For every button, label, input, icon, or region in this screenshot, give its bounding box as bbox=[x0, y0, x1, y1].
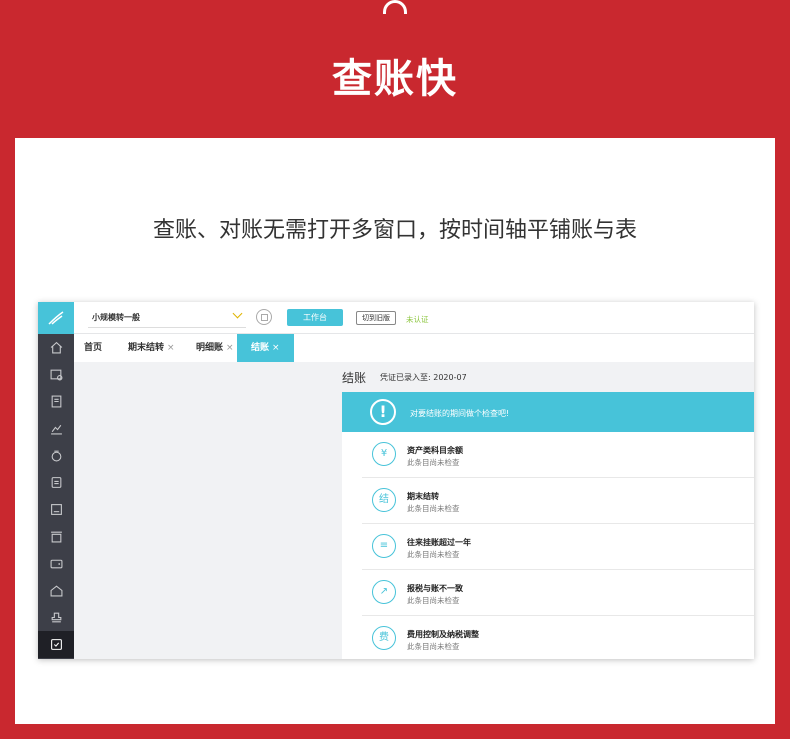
report-chart-icon[interactable] bbox=[38, 415, 74, 442]
ledger-icon[interactable] bbox=[38, 388, 74, 415]
content-card: 查账、对账无需打开多窗口，按时间轴平铺账与表 小规模转一般 工作台 切到旧版 未… bbox=[15, 138, 775, 724]
left-pane bbox=[74, 362, 342, 659]
invoice-icon[interactable] bbox=[38, 496, 74, 523]
home-icon[interactable] bbox=[38, 334, 74, 361]
notice-banner: ! 对要结账的期间做个检查吧! bbox=[342, 392, 754, 432]
close-icon[interactable]: × bbox=[272, 343, 280, 353]
list-icon: ≡ bbox=[372, 534, 396, 558]
expense-icon: 费 bbox=[372, 626, 396, 650]
panel-header: 结账 凭证已录入至: 2020-07 bbox=[342, 362, 754, 392]
close-books-panel: 结账 凭证已录入至: 2020-07 ! 对要结账的期间做个检查吧! ¥ 资产类… bbox=[342, 362, 754, 659]
tab-home[interactable]: 首页 bbox=[84, 334, 102, 362]
close-icon[interactable]: × bbox=[226, 343, 234, 353]
switch-old-version-button[interactable]: 切到旧版 bbox=[356, 311, 396, 325]
check-title: 期末结转 bbox=[407, 492, 439, 501]
voucher-search-icon[interactable] bbox=[38, 361, 74, 388]
check-item[interactable]: ↗ 报税与账不一致 此条目尚未检查 bbox=[362, 570, 754, 616]
assets-icon[interactable] bbox=[38, 523, 74, 550]
trend-icon: ↗ bbox=[372, 580, 396, 604]
check-status: 此条目尚未检查 bbox=[407, 642, 460, 651]
tab-close-books[interactable]: 结账 × bbox=[237, 334, 294, 362]
check-status: 此条目尚未检查 bbox=[407, 504, 460, 513]
check-item[interactable]: ¥ 资产类科目余额 此条目尚未检查 bbox=[362, 432, 754, 478]
tab-label: 首页 bbox=[84, 343, 103, 353]
check-title: 报税与账不一致 bbox=[407, 584, 463, 593]
check-status: 此条目尚未检查 bbox=[407, 458, 460, 467]
check-title: 费用控制及纳税调整 bbox=[407, 630, 479, 639]
tab-period-end-transfer[interactable]: 期末结转 × bbox=[128, 334, 175, 362]
check-item[interactable]: ≡ 往来挂账超过一年 此条目尚未检查 bbox=[362, 524, 754, 570]
sidebar-rail bbox=[38, 302, 74, 659]
tab-label: 期末结转 bbox=[128, 343, 165, 353]
chevron-down-icon[interactable] bbox=[232, 308, 243, 319]
calendar-icon[interactable] bbox=[256, 309, 272, 325]
check-item[interactable]: 结 期末结转 此条目尚未检查 bbox=[362, 478, 754, 524]
panel-title: 结账 bbox=[342, 371, 367, 385]
tab-detail-ledger[interactable]: 明细账 × bbox=[196, 334, 234, 362]
card-subtitle: 查账、对账无需打开多窗口，按时间轴平铺账与表 bbox=[152, 218, 637, 243]
company-selector[interactable]: 小规模转一般 bbox=[92, 312, 140, 323]
verify-status[interactable]: 未认证 bbox=[406, 314, 429, 325]
exclamation-icon: ! bbox=[370, 399, 396, 425]
check-title: 往来挂账超过一年 bbox=[407, 538, 471, 547]
check-title: 资产类科目余额 bbox=[407, 446, 463, 455]
check-status: 此条目尚未检查 bbox=[407, 550, 460, 559]
workbench-button[interactable]: 工作台 bbox=[287, 309, 343, 326]
notice-text: 对要结账的期间做个检查吧! bbox=[410, 409, 510, 418]
transfer-icon: 结 bbox=[372, 488, 396, 512]
banner-title: 查账快 bbox=[332, 56, 458, 102]
entered-until-text: 凭证已录入至: 2020-07 bbox=[380, 373, 467, 382]
yen-icon: ¥ bbox=[372, 442, 396, 466]
wallet-icon[interactable] bbox=[38, 550, 74, 577]
top-arc-decoration bbox=[383, 0, 407, 14]
stamp-icon[interactable] bbox=[38, 604, 74, 631]
building-icon[interactable] bbox=[38, 577, 74, 604]
money-bag-icon[interactable] bbox=[38, 442, 74, 469]
document-icon[interactable] bbox=[38, 469, 74, 496]
close-icon[interactable]: × bbox=[167, 343, 175, 353]
company-underline bbox=[88, 327, 246, 328]
app-screenshot: 小规模转一般 工作台 切到旧版 未认证 首页 期末结转 × 明细账 × 结账 × 结账… bbox=[38, 302, 754, 659]
close-period-icon[interactable] bbox=[38, 631, 74, 658]
check-item[interactable]: 费 费用控制及纳税调整 此条目尚未检查 bbox=[362, 616, 754, 659]
tab-label: 明细账 bbox=[196, 343, 224, 353]
tab-label: 结账 bbox=[251, 343, 270, 353]
top-bar: 小规模转一般 工作台 切到旧版 未认证 bbox=[74, 302, 754, 334]
check-status: 此条目尚未检查 bbox=[407, 596, 460, 605]
tab-bar: 首页 期末结转 × 明细账 × 结账 × bbox=[74, 334, 754, 362]
logo-icon bbox=[38, 302, 74, 334]
